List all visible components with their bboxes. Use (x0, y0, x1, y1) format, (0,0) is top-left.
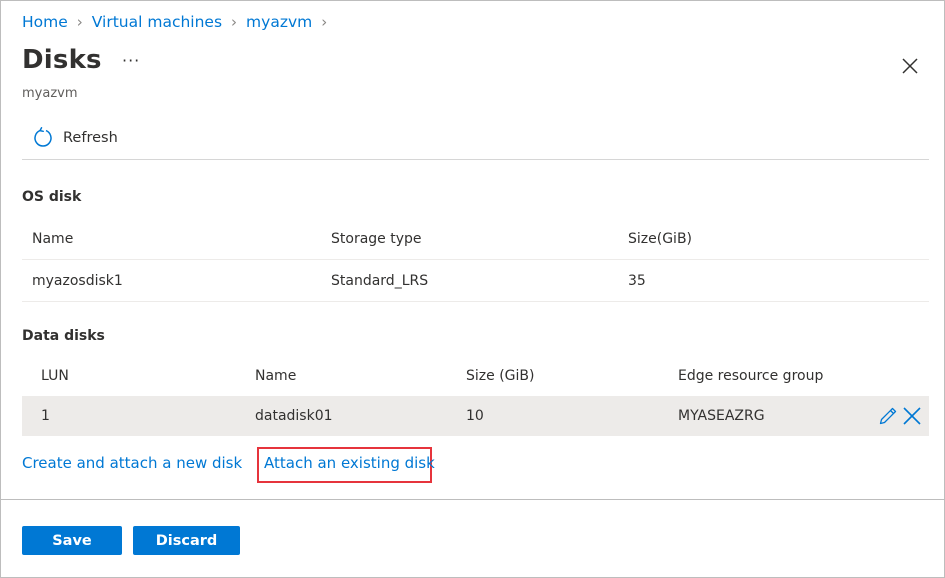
page-title: Disks (22, 45, 102, 75)
table-row[interactable]: 1 datadisk01 10 MYASEAZRG (22, 396, 929, 436)
os-disk-name: myazosdisk1 (32, 272, 123, 289)
data-disks-heading: Data disks (22, 328, 105, 344)
column-header-name: Name (255, 367, 297, 384)
discard-button[interactable]: Discard (133, 526, 240, 555)
page-subtitle: myazvm (22, 86, 78, 101)
chevron-right-icon: › (231, 13, 238, 31)
column-header-storage-type: Storage type (331, 230, 422, 247)
column-header-size: Size(GiB) (628, 230, 693, 247)
attach-existing-disk-link[interactable]: Attach an existing disk (264, 454, 435, 472)
more-options-button[interactable]: ··· (122, 51, 140, 70)
column-header-size: Size (GiB) (466, 367, 535, 384)
disks-blade: Home › Virtual machines › myazvm › Disks… (0, 0, 945, 578)
edit-icon (879, 407, 897, 425)
column-header-name: Name (32, 230, 74, 247)
breadcrumb: Home › Virtual machines › myazvm › (22, 13, 336, 31)
table-row[interactable]: myazosdisk1 Standard_LRS 35 (22, 259, 929, 302)
breadcrumb-virtual-machines[interactable]: Virtual machines (92, 13, 222, 31)
table-header-row: LUN Name Size (GiB) Edge resource group (22, 355, 929, 396)
os-disk-size: 35 (628, 272, 646, 289)
data-disk-name: datadisk01 (255, 408, 333, 424)
os-disk-storage-type: Standard_LRS (331, 272, 429, 289)
create-and-attach-new-disk-link[interactable]: Create and attach a new disk (22, 454, 242, 472)
table-header-row: Name Storage type Size(GiB) (22, 218, 929, 259)
data-disk-lun: 1 (41, 408, 50, 424)
command-bar: Refresh (22, 121, 929, 160)
os-disk-table: Name Storage type Size(GiB) myazosdisk1 … (22, 218, 929, 302)
column-header-edge-resource-group: Edge resource group (678, 367, 824, 384)
close-button[interactable] (899, 55, 921, 77)
refresh-label: Refresh (63, 130, 118, 146)
close-icon (902, 58, 918, 74)
footer-divider (1, 499, 944, 500)
os-disk-heading: OS disk (22, 189, 82, 205)
delete-icon (903, 407, 921, 425)
breadcrumb-home[interactable]: Home (22, 13, 68, 31)
chevron-right-icon: › (76, 13, 83, 31)
refresh-button[interactable]: Refresh (32, 127, 118, 149)
breadcrumb-myazvm[interactable]: myazvm (246, 13, 312, 31)
refresh-icon (34, 127, 52, 147)
edit-button[interactable] (877, 405, 899, 427)
row-actions (877, 405, 923, 427)
data-disk-resource-group: MYASEAZRG (678, 408, 765, 424)
column-header-lun: LUN (41, 367, 69, 384)
save-button[interactable]: Save (22, 526, 122, 555)
chevron-right-icon: › (321, 13, 328, 31)
delete-button[interactable] (901, 405, 923, 427)
data-disk-size: 10 (466, 408, 484, 424)
data-disks-table: LUN Name Size (GiB) Edge resource group … (22, 355, 929, 436)
